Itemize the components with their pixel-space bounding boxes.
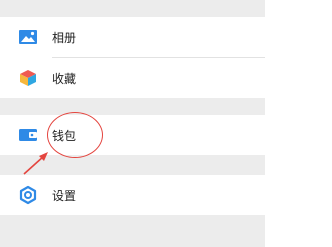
menu-item-label: 相册 xyxy=(52,30,77,45)
top-separator xyxy=(0,0,265,17)
wallet-icon xyxy=(18,125,38,145)
menu-panel: 相册 收藏 钱包 设置 xyxy=(0,0,265,247)
menu-item-label: 收藏 xyxy=(52,71,77,86)
gear-icon xyxy=(18,185,38,205)
menu-item-label: 设置 xyxy=(52,188,77,203)
section-separator xyxy=(0,98,265,115)
menu-item-settings[interactable]: 设置 xyxy=(0,175,265,215)
menu-item-wallet[interactable]: 钱包 xyxy=(0,115,265,155)
menu-item-favorites[interactable]: 收藏 xyxy=(0,58,265,98)
cube-icon xyxy=(18,68,38,88)
annotation-arrow-icon xyxy=(23,152,48,175)
image-icon xyxy=(18,27,38,47)
menu-item-album[interactable]: 相册 xyxy=(0,17,265,57)
bottom-separator xyxy=(0,215,265,247)
